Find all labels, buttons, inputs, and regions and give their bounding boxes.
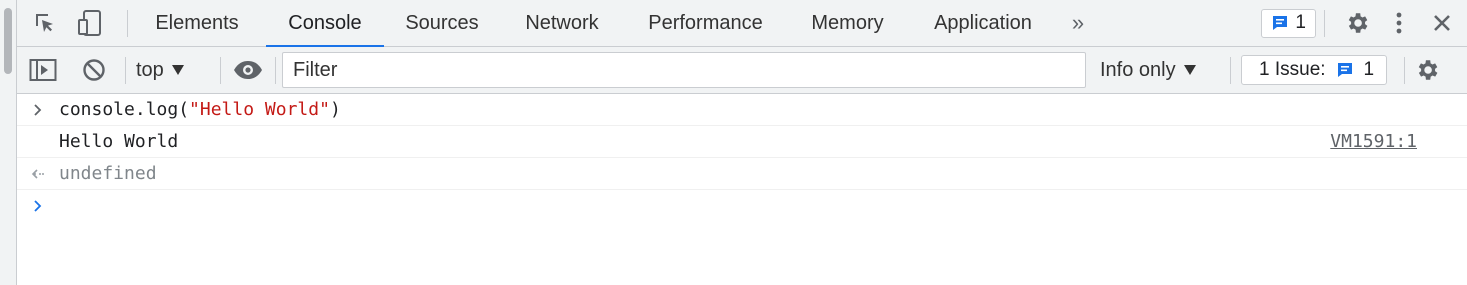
more-tabs-icon[interactable]: » [1058,0,1098,46]
tab-label: Console [288,11,362,34]
issues-button[interactable]: 1 Issue: 1 [1241,55,1388,85]
devtools-panel: Elements Console Sources Network Perform… [17,0,1467,285]
tab-network[interactable]: Network [500,0,624,46]
messages-badge[interactable]: 1 [1261,8,1316,38]
issues-label: 1 Issue: [1259,59,1326,80]
filter-input[interactable] [291,57,1085,83]
console-settings-gear-icon[interactable] [1405,47,1449,93]
tab-performance[interactable]: Performance [624,0,787,46]
close-icon[interactable] [1421,0,1463,46]
filter-input-box[interactable] [282,52,1086,88]
toolbar-divider [1324,9,1325,37]
tab-label: Network [525,11,599,34]
context-selector[interactable]: top [136,59,214,82]
message-icon [1337,63,1352,77]
dropdown-caret-icon [171,65,184,75]
console-log-row: Hello World VM1591:1 [17,126,1467,158]
toolbar-divider [125,56,126,84]
source-link[interactable]: VM1591:1 [1330,126,1417,157]
toolbar-divider [275,56,276,84]
messages-count: 1 [1295,12,1306,33]
tab-label: Application [934,11,1032,34]
console-input-text: console.log("Hello World") [59,99,341,120]
toolbar-divider [1230,56,1231,84]
issues-count: 1 [1363,59,1375,80]
console-result-row: undefined [17,158,1467,190]
device-toolbar-icon[interactable] [69,0,113,46]
tab-memory[interactable]: Memory [787,0,908,46]
log-level-selector[interactable]: Info only [1100,59,1218,82]
message-icon [1273,16,1288,30]
code-paren: ) [329,99,341,120]
result-value: undefined [59,163,157,184]
left-panel-edge [0,0,17,285]
tab-console[interactable]: Console [266,0,384,47]
code-call: console.log( [59,99,190,120]
tab-elements[interactable]: Elements [128,0,266,46]
dropdown-caret-icon [1183,65,1196,75]
tab-label: Memory [811,11,884,34]
input-chevron-icon [17,94,59,125]
code-string: "Hello World" [189,99,330,120]
log-gutter [17,126,59,157]
live-expression-eye-icon[interactable] [221,47,275,93]
log-level-value: Info only [1100,58,1176,81]
result-arrow-icon [17,158,59,189]
show-sidebar-icon[interactable] [17,47,69,93]
inspect-element-icon[interactable] [21,0,69,46]
console-toolbar: top Info only 1 Issue: 1 [17,47,1467,94]
prompt-chevron-icon [17,190,59,222]
clear-console-icon[interactable] [69,47,119,93]
console-prompt[interactable] [17,190,1467,222]
more-options-icon[interactable] [1383,0,1415,46]
tab-label: Elements [155,11,239,34]
console-output[interactable]: console.log("Hello World") Hello World V… [17,94,1467,285]
tab-bar: Elements Console Sources Network Perform… [17,0,1467,47]
settings-gear-icon[interactable] [1341,0,1373,46]
tab-application[interactable]: Application [908,0,1058,46]
tab-sources[interactable]: Sources [384,0,500,46]
console-input-row: console.log("Hello World") [17,94,1467,126]
tab-label: Sources [405,11,479,34]
context-value: top [136,58,164,81]
tab-label: Performance [648,11,763,34]
log-message: Hello World [59,131,179,152]
scrollbar-thumb[interactable] [4,8,12,74]
